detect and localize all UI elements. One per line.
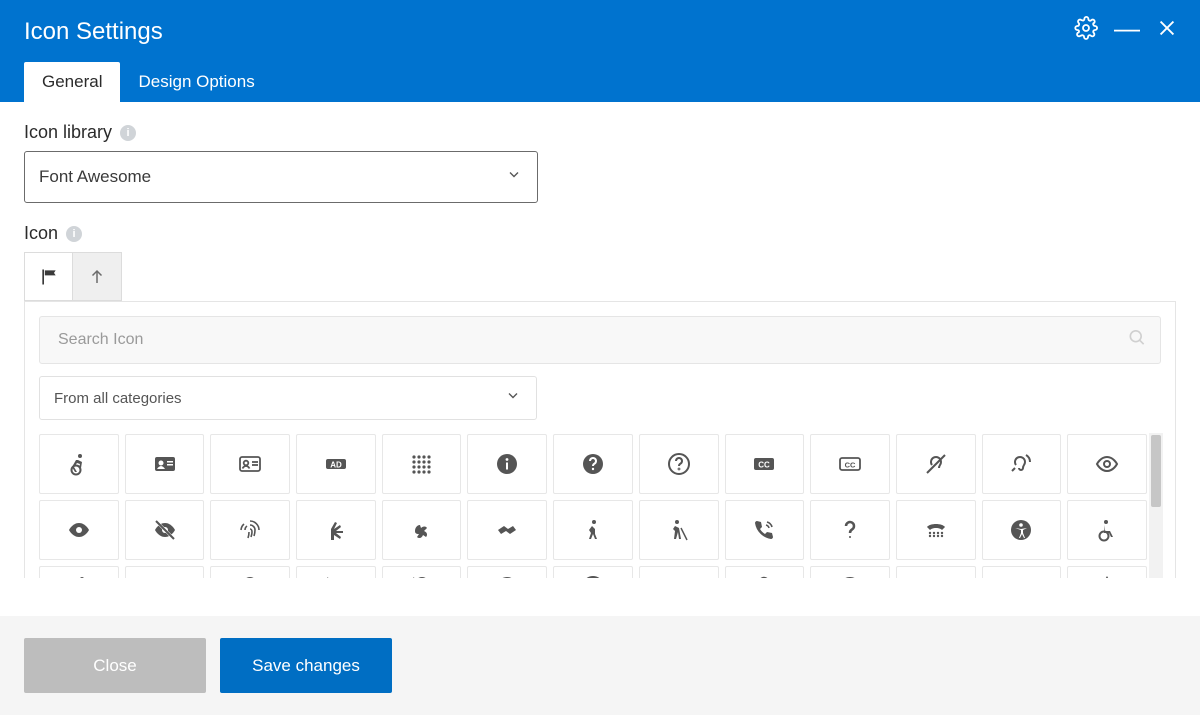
scrollbar[interactable] bbox=[1149, 433, 1163, 578]
bell-slash-solid-icon[interactable] bbox=[296, 566, 376, 578]
icon-search bbox=[39, 316, 1161, 364]
save-button[interactable]: Save changes bbox=[220, 638, 392, 693]
deaf-icon[interactable] bbox=[896, 434, 976, 494]
sign-language-icon[interactable] bbox=[296, 500, 376, 560]
category-select[interactable]: From all categories bbox=[39, 376, 537, 420]
modal-body: Icon library i Icon i From all categorie… bbox=[0, 102, 1200, 578]
universal-access-icon[interactable] bbox=[982, 500, 1062, 560]
close-icon[interactable] bbox=[1156, 17, 1178, 39]
header-controls: — bbox=[1074, 16, 1178, 40]
walking-icon[interactable] bbox=[553, 500, 633, 560]
closed-captioning-icon[interactable]: CC bbox=[810, 434, 890, 494]
tab-strip: General Design Options bbox=[24, 62, 1176, 102]
info-icon[interactable]: i bbox=[66, 226, 82, 242]
radiation-icon[interactable] bbox=[810, 566, 890, 578]
question-icon[interactable] bbox=[810, 500, 890, 560]
hands-asl-icon[interactable] bbox=[382, 500, 462, 560]
eye-icon[interactable] bbox=[1067, 434, 1147, 494]
search-input[interactable] bbox=[39, 316, 1161, 364]
question-circle-icon[interactable] bbox=[639, 434, 719, 494]
assistive-listening-icon[interactable] bbox=[982, 434, 1062, 494]
radiation-alt-icon[interactable] bbox=[553, 566, 633, 578]
eye-solid-icon[interactable] bbox=[39, 500, 119, 560]
settings-gear-icon[interactable] bbox=[1074, 16, 1098, 40]
question-circle-solid-icon[interactable] bbox=[553, 434, 633, 494]
tab-design-options[interactable]: Design Options bbox=[120, 62, 272, 102]
icon-library-label: Icon library i bbox=[24, 122, 1176, 143]
close-button[interactable]: Close bbox=[24, 638, 206, 693]
bell-solid-icon[interactable] bbox=[125, 566, 205, 578]
icon-library-select[interactable] bbox=[24, 151, 538, 203]
bell-slash-icon[interactable] bbox=[382, 566, 462, 578]
icon-picker-tabs bbox=[24, 252, 1176, 301]
exclamation-triangle-icon[interactable] bbox=[1067, 566, 1147, 578]
icon-library-tab[interactable] bbox=[24, 252, 73, 301]
info-icon[interactable]: i bbox=[120, 125, 136, 141]
running-icon[interactable] bbox=[39, 566, 119, 578]
info-circle-icon[interactable] bbox=[467, 434, 547, 494]
exclamation-circle-icon[interactable] bbox=[467, 566, 547, 578]
blind-icon[interactable] bbox=[639, 500, 719, 560]
hands-helping-icon[interactable] bbox=[467, 500, 547, 560]
modal-header: Icon Settings — General Design Options bbox=[0, 0, 1200, 102]
category-dropdown[interactable]: From all categories bbox=[39, 376, 537, 420]
icon-library-input[interactable] bbox=[24, 151, 538, 203]
tab-general[interactable]: General bbox=[24, 62, 120, 102]
svg-text:CC: CC bbox=[759, 461, 771, 470]
modal-title: Icon Settings bbox=[24, 18, 1176, 46]
minimize-icon[interactable]: — bbox=[1114, 21, 1140, 35]
fingerprint-icon[interactable] bbox=[210, 500, 290, 560]
svg-text:AD: AD bbox=[330, 461, 342, 470]
scrollbar-thumb[interactable] bbox=[1151, 435, 1161, 507]
svg-text:CC: CC bbox=[845, 461, 856, 470]
eye-slash-icon[interactable] bbox=[125, 500, 205, 560]
icon-grid: AD CC CC bbox=[39, 434, 1161, 578]
icon-grid-wrap: AD CC CC bbox=[39, 434, 1161, 578]
address-card-icon[interactable] bbox=[210, 434, 290, 494]
icon-picker-panel: From all categories AD CC CC bbox=[24, 301, 1176, 578]
exclamation-triangle-solid-icon[interactable] bbox=[982, 566, 1062, 578]
tty-icon[interactable] bbox=[896, 500, 976, 560]
phone-volume-icon[interactable] bbox=[725, 500, 805, 560]
question-mark-icon[interactable] bbox=[725, 566, 805, 578]
modal-footer: Close Save changes bbox=[0, 616, 1200, 715]
address-card-solid-icon[interactable] bbox=[125, 434, 205, 494]
audio-description-icon[interactable]: AD bbox=[296, 434, 376, 494]
wheelchair-icon[interactable] bbox=[1067, 500, 1147, 560]
search-icon bbox=[1127, 328, 1147, 353]
bell-icon[interactable] bbox=[210, 566, 290, 578]
info-icon[interactable] bbox=[639, 566, 719, 578]
accessible-icon[interactable] bbox=[39, 434, 119, 494]
skull-crossbones-icon[interactable] bbox=[896, 566, 976, 578]
braille-icon[interactable] bbox=[382, 434, 462, 494]
icon-field-label: Icon i bbox=[24, 223, 1176, 244]
icon-upload-tab[interactable] bbox=[73, 252, 122, 301]
closed-captioning-solid-icon[interactable]: CC bbox=[725, 434, 805, 494]
